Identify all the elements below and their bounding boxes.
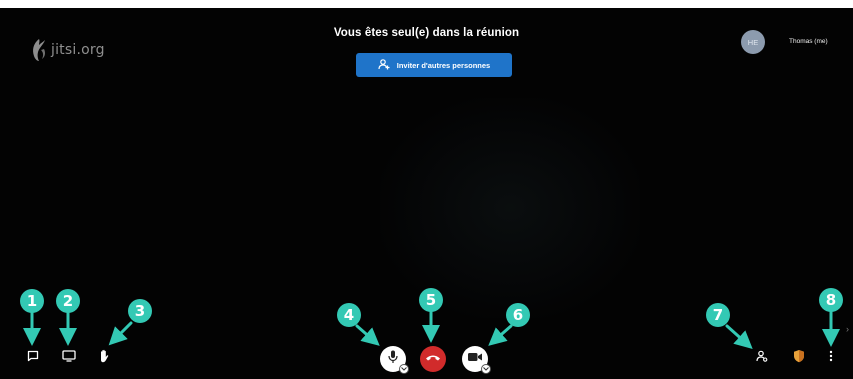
- callout-3: 3: [128, 299, 152, 323]
- callout-6: 6: [506, 303, 530, 327]
- participants-button[interactable]: [755, 349, 769, 367]
- chevron-right-icon[interactable]: ›: [846, 324, 849, 334]
- avatar-initials: HE: [747, 37, 759, 47]
- callout-1: 1: [20, 289, 44, 313]
- camera-icon: [467, 350, 483, 368]
- chat-icon: [27, 349, 39, 367]
- screen-share-icon: [62, 349, 76, 367]
- participants-icon: [756, 349, 768, 367]
- security-shield-icon: [793, 349, 805, 368]
- chat-button[interactable]: [26, 349, 40, 367]
- add-person-icon: [378, 58, 390, 72]
- hangup-button[interactable]: [420, 346, 446, 372]
- camera-options-icon[interactable]: [481, 364, 491, 374]
- meeting-stage: jitsi.org Vous êtes seul(e) dans la réun…: [0, 8, 853, 379]
- raise-hand-button[interactable]: [97, 349, 111, 368]
- callout-7: 7: [706, 303, 730, 327]
- microphone-icon: [386, 349, 400, 370]
- microphone-options-icon[interactable]: [399, 364, 409, 374]
- invite-people-button[interactable]: Inviter d'autres personnes: [356, 53, 512, 77]
- callout-4: 4: [337, 303, 361, 327]
- participant-avatar[interactable]: HE: [741, 30, 765, 54]
- microphone-button[interactable]: [380, 346, 409, 374]
- callout-2: 2: [56, 289, 80, 313]
- screen-share-button[interactable]: [61, 349, 77, 367]
- empty-video-background: [380, 98, 640, 318]
- participant-name: Thomas (me): [789, 38, 828, 45]
- jitsi-logo[interactable]: jitsi.org: [30, 38, 105, 62]
- invite-button-label: Inviter d'autres personnes: [396, 60, 491, 70]
- hangup-icon: [425, 350, 441, 368]
- more-options-icon: [829, 349, 833, 367]
- callout-5: 5: [419, 288, 443, 312]
- alone-in-meeting-title: Vous êtes seul(e) dans la réunion: [333, 27, 520, 39]
- raise-hand-icon: [98, 349, 110, 368]
- logo-text: jitsi.org: [51, 42, 105, 58]
- camera-button[interactable]: [462, 346, 491, 374]
- more-options-button[interactable]: [826, 349, 836, 367]
- callout-8: 8: [819, 288, 843, 312]
- security-button[interactable]: [792, 349, 806, 368]
- jitsi-logo-icon: [30, 38, 48, 62]
